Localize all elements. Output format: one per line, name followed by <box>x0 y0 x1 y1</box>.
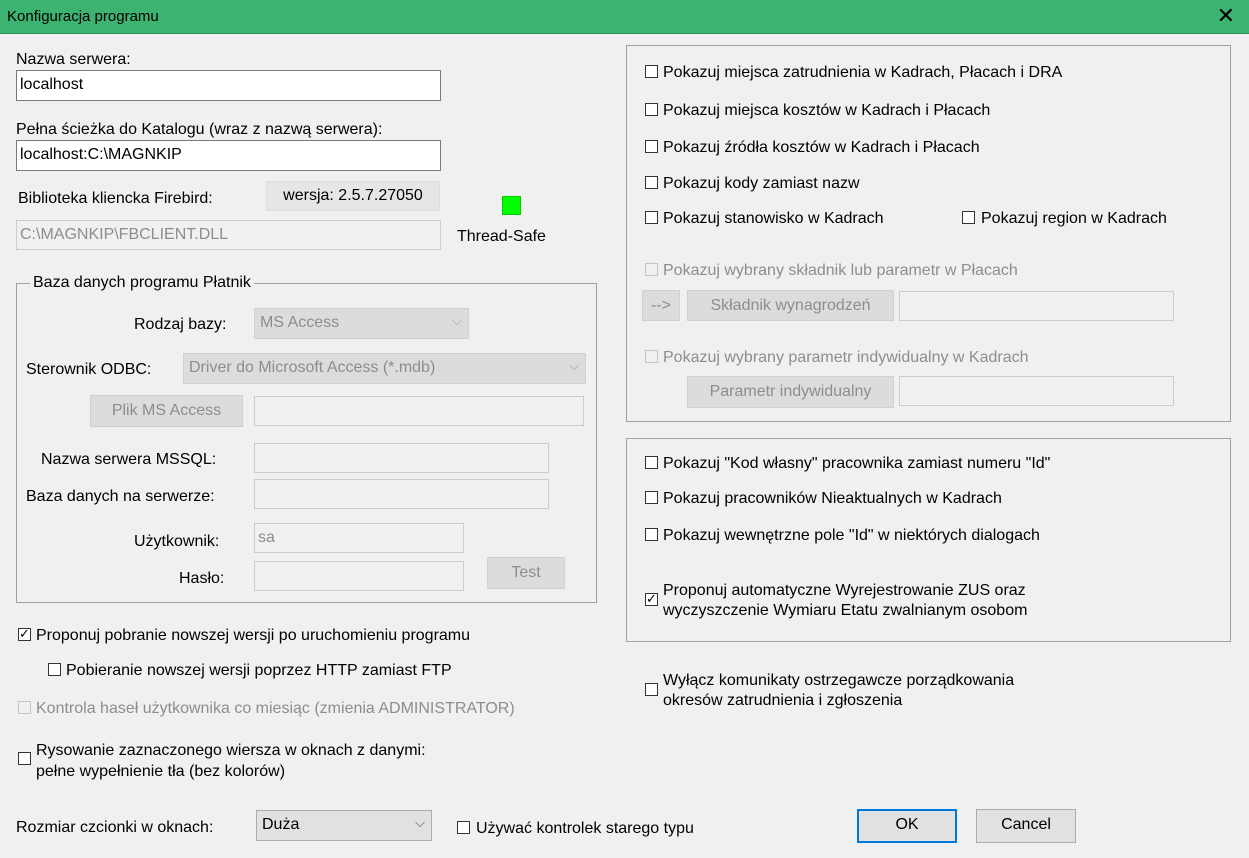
thread-safe-indicator <box>502 196 521 215</box>
database-group-legend: Baza danych programu Płatnik <box>30 273 254 293</box>
zus-deregistration-label-line1: Proponuj automatyczne Wyrejestrowanie ZU… <box>663 582 1026 599</box>
codes-instead-names-label: Pokazuj kody zamiast nazw <box>663 175 860 192</box>
odbc-driver-value: Driver do Microsoft Access (*.mdb) <box>189 359 436 376</box>
password-control-label: Kontrola haseł użytkownika co miesiąc (z… <box>36 700 515 717</box>
chevron-down-icon: ⌵ <box>569 358 579 373</box>
user-input: sa <box>254 523 464 553</box>
workplaces-label: Pokazuj miejsca zatrudnienia w Kadrach, … <box>663 64 1063 81</box>
db-name-input <box>254 479 549 509</box>
db-type-value: MS Access <box>260 314 340 331</box>
cancel-button[interactable]: Cancel <box>976 809 1076 843</box>
checkbox-own-code[interactable] <box>645 456 658 469</box>
ms-access-file-button: Plik MS Access <box>90 395 243 427</box>
chevron-down-icon: ⌵ <box>415 815 425 830</box>
checkbox-cost-places[interactable] <box>645 103 658 116</box>
checkbox-position[interactable] <box>645 211 658 224</box>
test-button: Test <box>487 557 565 589</box>
checkbox-zus-deregistration[interactable]: ✓ <box>645 591 658 606</box>
checkbox-http-update[interactable] <box>48 663 61 676</box>
check-icon: ✓ <box>19 626 30 641</box>
disable-warnings-label-line2: okresów zatrudnienia i zgłoszenia <box>663 692 903 709</box>
catalog-path-label: Pełna ścieżka do Katalogu (wraz z nazwą … <box>16 121 383 138</box>
checkbox-workplaces[interactable] <box>645 65 658 78</box>
server-name-label: Nazwa serwera: <box>16 51 131 68</box>
arrow-button: --> <box>642 290 680 321</box>
region-label: Pokazuj region w Kadrach <box>981 210 1167 227</box>
font-size-select[interactable]: Duża ⌵ <box>256 810 432 841</box>
individual-param-button: Parametr indywidualny <box>687 376 894 408</box>
ok-button[interactable]: OK <box>857 809 957 843</box>
cost-sources-label: Pokazuj źródła kosztów w Kadrach i Płaca… <box>663 139 980 156</box>
individual-param-option-label: Pokazuj wybrany parametr indywidualny w … <box>663 349 1029 366</box>
row-drawing-label-line1: Rysowanie zaznaczonego wiersza w oknach … <box>36 742 426 759</box>
server-name-input[interactable]: localhost <box>16 70 441 101</box>
checkbox-row-drawing[interactable] <box>18 752 31 765</box>
old-controls-label: Używać kontrolek starego typu <box>476 820 694 837</box>
user-label: Użytkownik: <box>134 533 220 550</box>
mssql-server-input <box>254 443 549 473</box>
row-drawing-label-line2: pełne wypełnienie tła (bez kolorów) <box>36 763 286 780</box>
close-icon[interactable]: ✕ <box>1217 2 1235 30</box>
propose-update-label: Proponuj pobranie nowszej wersji po uruc… <box>36 627 471 644</box>
checkbox-component <box>645 263 658 276</box>
checkbox-password-control <box>18 701 31 714</box>
check-icon: ✓ <box>646 591 657 606</box>
font-size-value: Duża <box>262 816 300 833</box>
checkbox-propose-update[interactable]: ✓ <box>18 626 31 641</box>
firebird-client-label: Biblioteka kliencka Firebird: <box>18 190 213 207</box>
individual-param-input <box>899 376 1174 406</box>
own-code-label: Pokazuj "Kod własny" pracownika zamiast … <box>663 455 1051 472</box>
position-label: Pokazuj stanowisko w Kadrach <box>663 210 884 227</box>
salary-component-button: Składnik wynagrodzeń <box>687 290 894 321</box>
ms-access-file-input <box>254 396 584 426</box>
odbc-driver-select: Driver do Microsoft Access (*.mdb) ⌵ <box>183 353 586 384</box>
checkbox-disable-warnings[interactable] <box>645 683 658 696</box>
db-type-label: Rodzaj bazy: <box>134 316 227 333</box>
disable-warnings-label-line1: Wyłącz komunikaty ostrzegawcze porządkow… <box>663 672 1015 689</box>
zus-deregistration-label-line2: wyczyszczenie Wymiaru Etatu zwalnianym o… <box>663 602 1028 619</box>
db-name-label: Baza danych na serwerze: <box>26 488 215 505</box>
chevron-down-icon: ⌵ <box>452 313 462 328</box>
checkbox-internal-id[interactable] <box>645 528 658 541</box>
salary-component-input <box>899 291 1174 321</box>
http-update-label: Pobieranie nowszej wersji poprzez HTTP z… <box>66 662 452 679</box>
font-size-label: Rozmiar czcionki w oknach: <box>16 819 214 836</box>
checkbox-cost-sources[interactable] <box>645 140 658 153</box>
checkbox-inactive-employees[interactable] <box>645 491 658 504</box>
checkbox-old-controls[interactable] <box>457 821 470 834</box>
cost-places-label: Pokazuj miejsca kosztów w Kadrach i Płac… <box>663 102 991 119</box>
odbc-driver-label: Sterownik ODBC: <box>26 361 152 378</box>
checkbox-region[interactable] <box>962 211 975 224</box>
db-type-select: MS Access ⌵ <box>254 308 469 339</box>
password-label: Hasło: <box>179 570 225 587</box>
checkbox-individual-param <box>645 350 658 363</box>
inactive-employees-label: Pokazuj pracowników Nieaktualnych w Kadr… <box>663 490 1002 507</box>
checkbox-codes-instead-names[interactable] <box>645 176 658 189</box>
firebird-version-display: wersja: 2.5.7.27050 <box>266 181 440 211</box>
title-bar: Konfiguracja programu ✕ <box>0 0 1249 34</box>
mssql-server-label: Nazwa serwera MSSQL: <box>41 451 217 468</box>
component-option-label: Pokazuj wybrany składnik lub parametr w … <box>663 262 1018 279</box>
window-title: Konfiguracja programu <box>7 8 159 25</box>
catalog-path-input[interactable]: localhost:C:\MAGNKIP <box>16 140 441 171</box>
password-input <box>254 561 464 591</box>
thread-safe-label: Thread-Safe <box>457 228 546 245</box>
firebird-client-path-input: C:\MAGNKIP\FBCLIENT.DLL <box>16 220 441 250</box>
internal-id-label: Pokazuj wewnętrzne pole "Id" w niektóryc… <box>663 527 1040 544</box>
